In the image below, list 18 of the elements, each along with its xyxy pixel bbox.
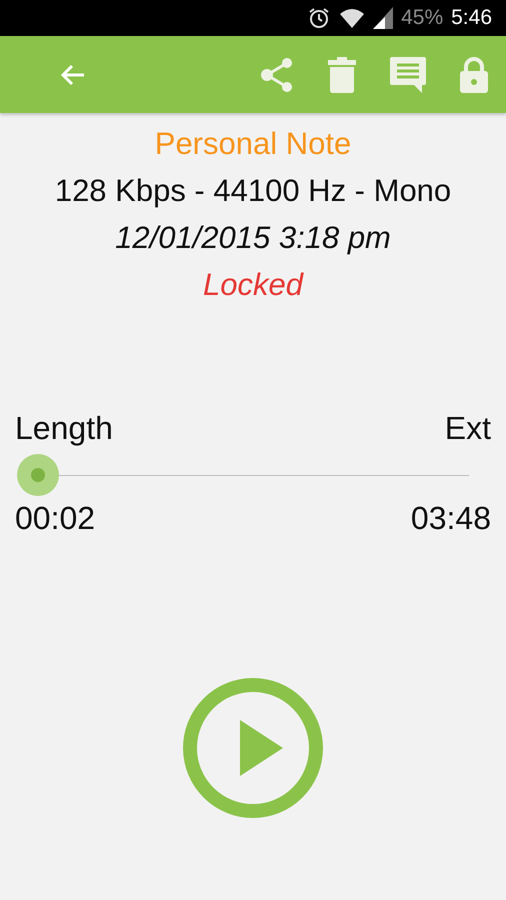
total-time: 03:48: [410, 499, 491, 538]
lock-button[interactable]: [460, 56, 488, 92]
share-button[interactable]: [260, 56, 294, 92]
note-title: Personal Note: [154, 125, 352, 163]
audio-format: 128 Kbps - 44100 Hz - Mono: [54, 172, 452, 210]
delete-button[interactable]: [328, 56, 356, 92]
recording-date: 12/01/2015 3:18 pm: [115, 219, 391, 257]
clock-time: 5:46: [451, 6, 492, 30]
elapsed-time: 00:02: [15, 499, 96, 538]
length-label: Length: [15, 409, 113, 448]
comment-button[interactable]: [390, 56, 426, 92]
alarm-icon: [307, 6, 332, 30]
signal-icon: [373, 7, 394, 29]
battery-percent: 45%: [401, 6, 444, 30]
play-button[interactable]: [183, 678, 323, 818]
ext-label: Ext: [444, 409, 491, 448]
lock-status: Locked: [203, 266, 303, 304]
wifi-icon: [339, 7, 366, 29]
